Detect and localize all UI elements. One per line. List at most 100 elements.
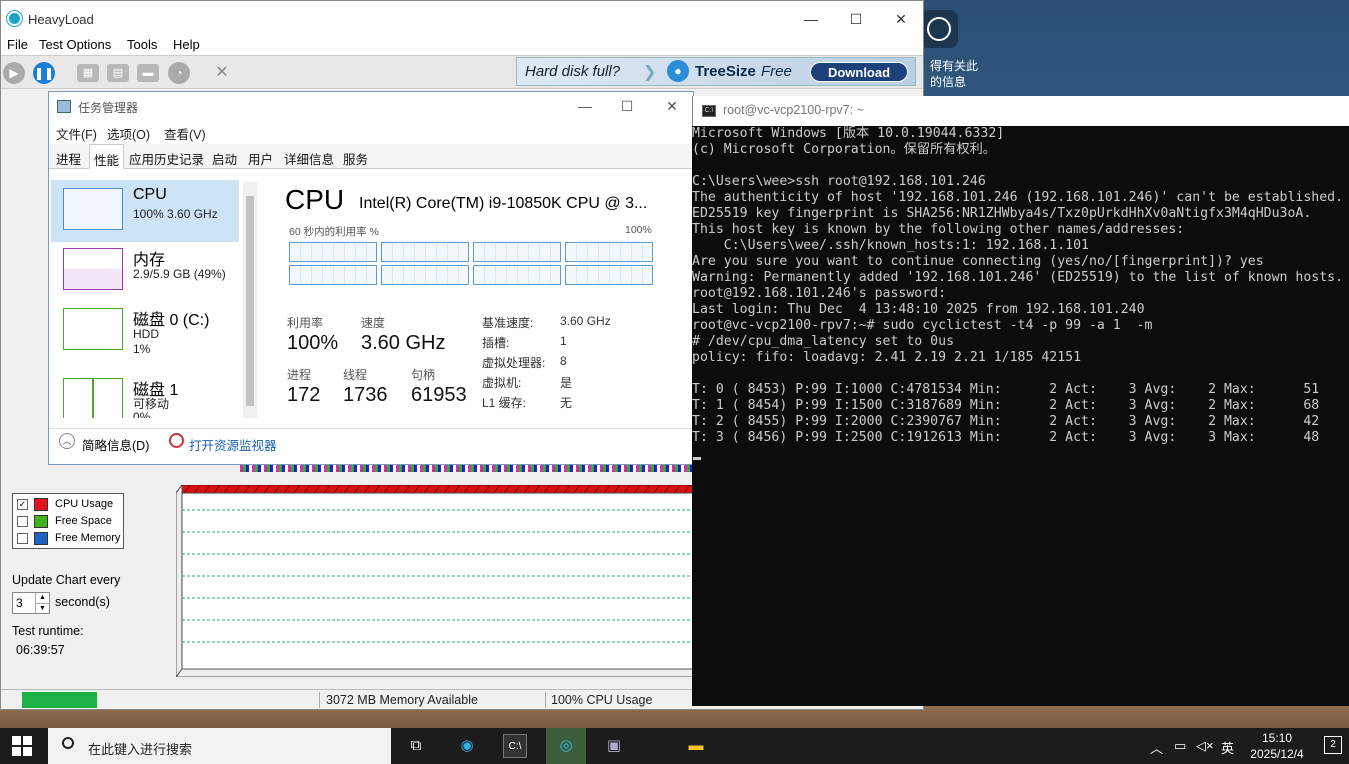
sidebar-item-disk-0[interactable]: 磁盘 0 (C:) HDD 1% xyxy=(51,300,239,362)
taskbar-clock[interactable]: 15:10 2025/12/4 xyxy=(1247,730,1307,762)
treesize-ad-banner[interactable]: Hard disk full? ❯ ● TreeSize Free Downlo… xyxy=(516,57,916,86)
sidebar-item-disk-1[interactable]: 磁盘 1 可移动 0% xyxy=(51,370,239,418)
disk-stress-icon[interactable]: ◔ xyxy=(168,62,190,84)
sidebar-item-sub: 100% 3.60 GHz xyxy=(133,207,218,221)
clock-time: 15:10 xyxy=(1261,731,1293,745)
search-placeholder: 在此键入进行搜索 xyxy=(88,742,193,757)
core-graph xyxy=(381,265,469,285)
detail-key: 虚拟机: xyxy=(482,376,522,390)
scrollbar-thumb[interactable] xyxy=(246,196,254,406)
heavyload-titlebar[interactable]: HeavyLoad — ☐ ✕ xyxy=(1,1,923,35)
sidebar-item-sub2: 1% xyxy=(133,342,151,356)
sidebar-item-cpu[interactable]: CPU 100% 3.60 GHz xyxy=(51,180,239,242)
core-graph xyxy=(289,265,377,285)
menu-tools[interactable]: Tools xyxy=(127,37,157,52)
terminal-titlebar[interactable]: C:\ root@vc-vcp2100-rpv7: ~ xyxy=(692,96,1349,126)
windows-start-icon[interactable] xyxy=(12,736,32,756)
show-hidden-icons-icon[interactable]: ︿ xyxy=(1150,738,1163,757)
menu-test-options[interactable]: Test Options xyxy=(39,37,111,52)
task-manager-taskbar-icon[interactable]: ▣ xyxy=(602,734,626,758)
edge-browser-icon[interactable]: ◉ xyxy=(455,734,479,758)
cpu-stress-icon[interactable]: ▦ xyxy=(77,64,99,82)
sidebar-scrollbar[interactable] xyxy=(243,182,257,418)
notification-center-icon[interactable]: 2 xyxy=(1324,736,1342,754)
menu-view[interactable]: 查看(V) xyxy=(164,124,206,143)
disk1-mini-graph xyxy=(63,378,123,418)
file-explorer-icon[interactable]: ▬ xyxy=(684,734,708,758)
gpu-stress-icon[interactable]: ▤ xyxy=(107,64,129,82)
sidebar-item-memory[interactable]: 内存 2.9/5.9 GB (49%) xyxy=(51,240,239,302)
pause-icon[interactable]: ❚❚ xyxy=(33,62,55,84)
detail-value: 8 xyxy=(560,354,567,368)
menu-options[interactable]: 选项(O) xyxy=(107,124,150,143)
minimize-button[interactable]: — xyxy=(574,96,596,116)
threads-label: 线程 xyxy=(343,368,368,382)
disk0-mini-graph xyxy=(63,308,123,350)
close-button[interactable]: ✕ xyxy=(661,96,683,116)
ime-indicator[interactable]: 英 xyxy=(1221,738,1234,757)
settings-tools-icon[interactable]: ✕ xyxy=(211,64,233,82)
core-graph xyxy=(565,242,653,262)
chevron-right-icon: ❯ xyxy=(643,64,657,81)
detail-key: L1 缓存: xyxy=(482,396,527,410)
resource-monitor-icon[interactable] xyxy=(169,433,184,448)
free-memory-checkbox[interactable] xyxy=(17,533,28,544)
menu-file[interactable]: 文件(F) xyxy=(56,124,97,143)
heavyload-taskbar-icon[interactable]: ◎ xyxy=(546,728,586,764)
command-prompt-icon[interactable]: C:\ xyxy=(503,734,527,758)
chevron-up-icon[interactable]: ︿ xyxy=(59,433,75,449)
detail-value: 1 xyxy=(560,334,567,348)
update-chart-label: Update Chart every xyxy=(12,573,121,587)
taskbar-search-box[interactable]: 在此键入进行搜索 xyxy=(48,728,391,764)
test-runtime-value: 06:39:57 xyxy=(16,643,65,657)
cpu-graph-label: 60 秒内的利用率 % xyxy=(289,226,379,238)
detail-value: 是 xyxy=(560,376,573,390)
cpu-model: Intel(R) Core(TM) i9-10850K CPU @ 3... xyxy=(359,195,648,212)
fewer-details-link[interactable]: 简略信息(D) xyxy=(82,435,149,454)
network-icon[interactable]: ▭ xyxy=(1174,738,1186,754)
start-icon[interactable]: ▶ xyxy=(3,62,25,84)
cpu-graph-max: 100% xyxy=(625,224,652,236)
tab-details[interactable]: 详细信息 xyxy=(284,149,334,168)
core-graph xyxy=(381,242,469,262)
cpu-usage-checkbox[interactable]: ✓ xyxy=(17,499,28,510)
cpu-usage-swatch xyxy=(34,498,48,511)
tab-processes[interactable]: 进程 xyxy=(56,149,81,168)
terminal-output[interactable]: Microsoft Windows [版本 10.0.19044.6332] (… xyxy=(692,126,1349,446)
task-view-icon[interactable]: ⧉ xyxy=(404,734,428,758)
ram-stress-icon[interactable]: ▬ xyxy=(137,64,159,82)
update-interval-value[interactable]: 3 xyxy=(16,596,23,610)
free-space-checkbox[interactable] xyxy=(17,516,28,527)
tab-startup[interactable]: 启动 xyxy=(212,149,237,168)
tab-performance[interactable]: 性能 xyxy=(89,144,125,169)
menu-help[interactable]: Help xyxy=(173,37,200,52)
tab-services[interactable]: 服务 xyxy=(343,149,368,168)
search-icon xyxy=(62,737,74,749)
detail-value: 3.60 GHz xyxy=(560,314,611,328)
utilization-value: 100% xyxy=(287,332,339,354)
desktop-shortcut-icon[interactable] xyxy=(920,10,958,48)
volume-muted-icon[interactable]: ◁× xyxy=(1196,738,1214,754)
handles-value: 61953 xyxy=(411,384,467,406)
treesize-logo-icon: ● xyxy=(667,60,689,82)
maximize-button[interactable]: ☐ xyxy=(846,9,866,29)
usage-3d-chart xyxy=(176,485,694,677)
stepper-up-icon[interactable]: ▲ xyxy=(35,593,49,603)
terminal-window[interactable]: C:\ root@vc-vcp2100-rpv7: ~ Microsoft Wi… xyxy=(692,96,1349,706)
menu-file[interactable]: File xyxy=(7,37,28,52)
tab-users[interactable]: 用户 xyxy=(248,149,273,168)
minimize-button[interactable]: — xyxy=(801,9,821,29)
detail-key: 虚拟处理器: xyxy=(482,356,546,370)
stepper-down-icon[interactable]: ▼ xyxy=(35,603,49,613)
ad-question: Hard disk full? xyxy=(525,63,621,80)
status-separator xyxy=(545,692,546,708)
utilization-label: 利用率 xyxy=(287,316,324,330)
maximize-button[interactable]: ☐ xyxy=(616,96,638,116)
close-button[interactable]: ✕ xyxy=(891,9,911,29)
cpu-status: 100% CPU Usage xyxy=(551,693,653,707)
tab-app-history[interactable]: 应用历史记录 xyxy=(129,149,204,168)
download-button[interactable]: Download xyxy=(810,62,908,82)
update-interval-stepper[interactable]: 3 ▲ ▼ xyxy=(12,592,50,614)
open-resource-monitor-link[interactable]: 打开资源监视器 xyxy=(189,435,277,454)
desktop-shortcut-label[interactable]: 得有关此 的信息 xyxy=(930,58,978,90)
